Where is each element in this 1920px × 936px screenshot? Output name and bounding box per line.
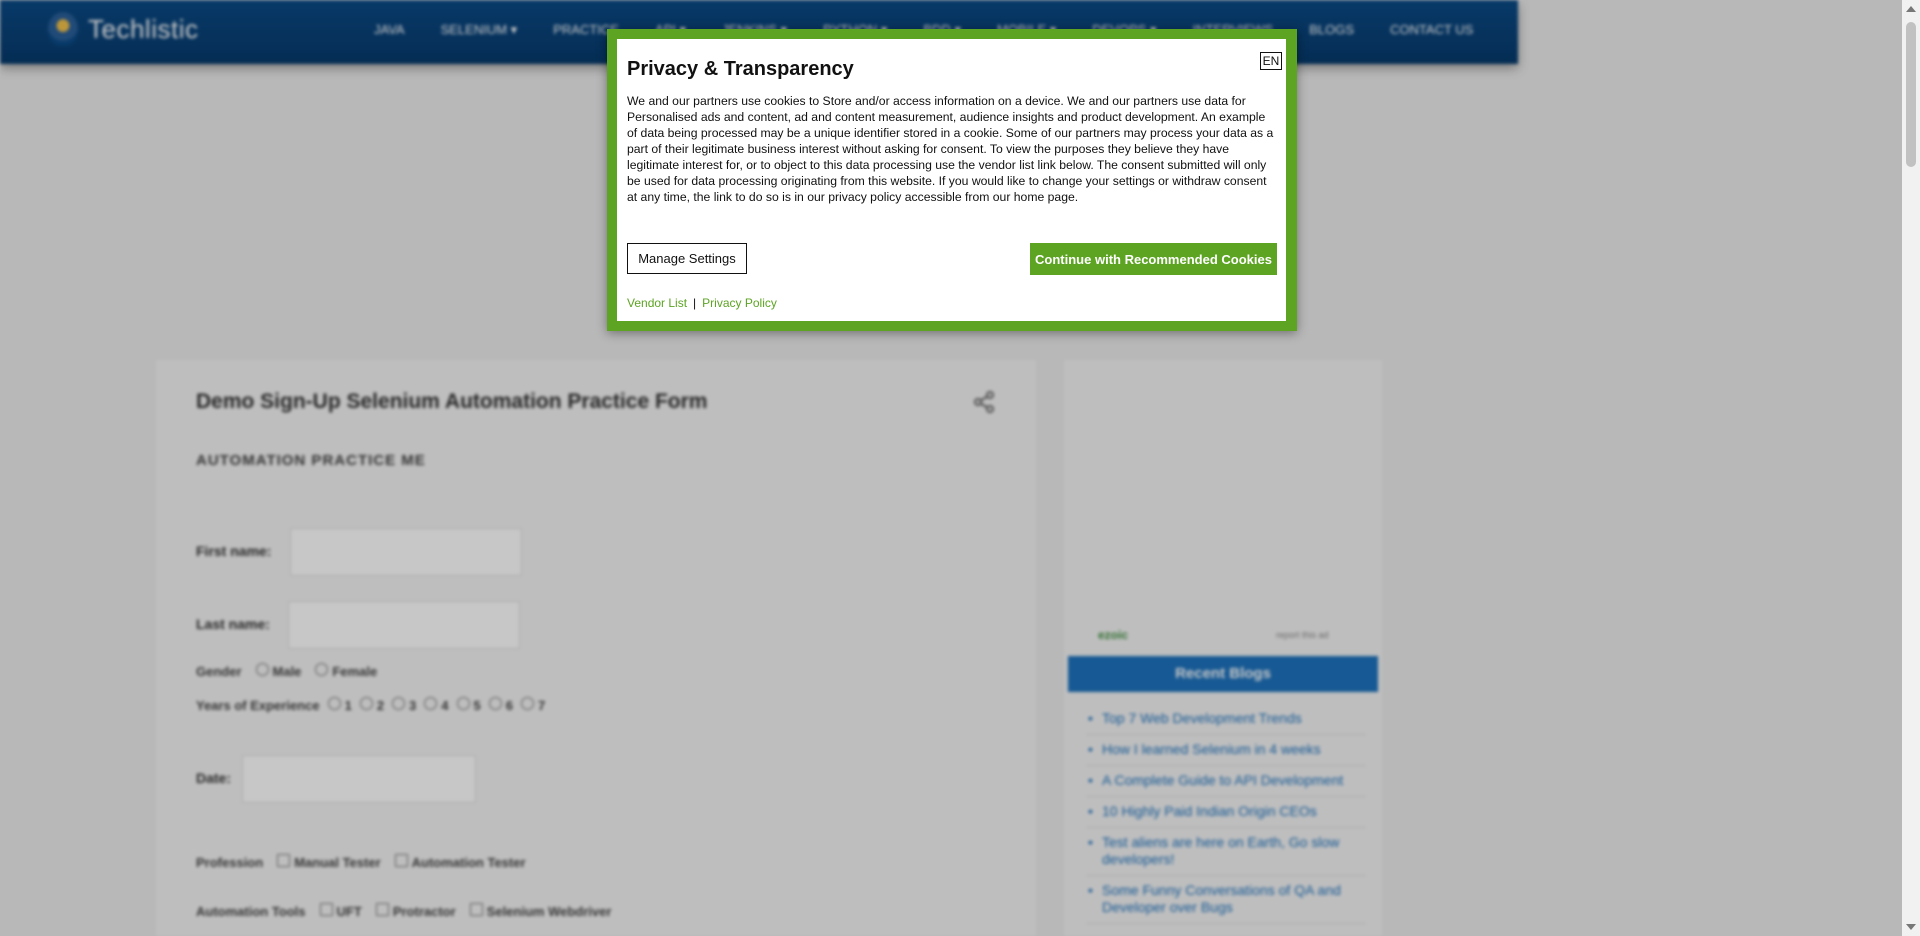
consent-title: Privacy & Transparency — [627, 58, 854, 80]
scroll-down-arrow-icon[interactable] — [1906, 924, 1916, 930]
consent-links: Vendor List | Privacy Policy — [627, 296, 777, 310]
consent-text: We and our partners use cookies to Store… — [627, 94, 1274, 204]
scroll-up-arrow-icon[interactable] — [1906, 6, 1916, 12]
scrollbar-thumb[interactable] — [1906, 22, 1916, 167]
manage-settings-button[interactable]: Manage Settings — [627, 243, 747, 274]
consent-dialog: Privacy & Transparency EN We and our par… — [607, 29, 1297, 331]
language-button[interactable]: EN — [1260, 52, 1282, 70]
vendor-list-link[interactable]: Vendor List — [627, 296, 687, 310]
consent-dialog-body: Privacy & Transparency EN We and our par… — [617, 39, 1286, 321]
link-separator: | — [693, 296, 697, 310]
privacy-policy-link[interactable]: Privacy Policy — [702, 296, 777, 310]
page-scrollbar[interactable] — [1902, 0, 1920, 936]
continue-recommended-cookies-button[interactable]: Continue with Recommended Cookies — [1030, 243, 1277, 275]
